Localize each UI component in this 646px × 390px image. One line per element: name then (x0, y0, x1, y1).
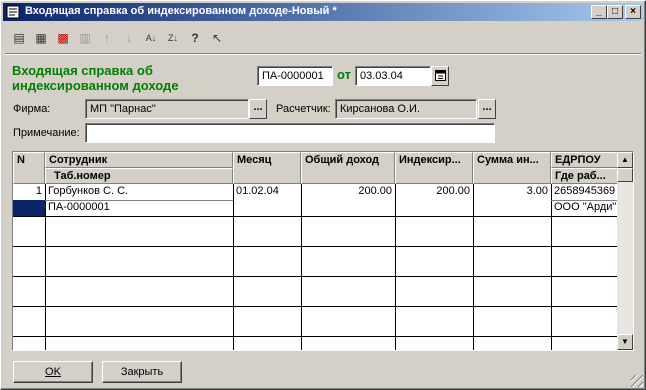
firm-field[interactable]: МП "Парнас" (85, 99, 249, 119)
column-header-n[interactable]: N (13, 152, 45, 184)
cell-indexed[interactable]: 200.00 (395, 184, 473, 200)
toolbar: ▤ ▦ ▩ ▥ ↑ ↓ A↓ Z↓ ? ↖ (5, 25, 641, 51)
column-header-total-income[interactable]: Общий доход (301, 152, 395, 184)
column-header-sum-index[interactable]: Сумма ин... (473, 152, 551, 184)
grid-row-line (13, 276, 619, 277)
cell-edrpou[interactable]: 2658945369 (551, 184, 619, 200)
copy-row-icon[interactable]: ▦ (31, 28, 51, 48)
calculator-select-button[interactable]: ... (478, 99, 496, 119)
cell-where-work[interactable]: ООО "Арди" (551, 200, 619, 216)
grid-column-line (395, 184, 396, 350)
cell-sum-index[interactable]: 3.00 (473, 184, 551, 200)
edit-row-icon[interactable]: ▥ (75, 28, 95, 48)
grid-row-line (13, 216, 619, 217)
employees-table[interactable]: N Сотрудник Таб.номер Месяц Общий доход … (12, 151, 634, 351)
close-button-label: Закрыть (120, 366, 164, 378)
context-help-icon[interactable]: ↖ (207, 28, 227, 48)
title-bar: Входящая справка об индексированном дохо… (3, 3, 643, 21)
ok-button-label: OK (45, 366, 61, 378)
grid-column-line (301, 184, 302, 350)
note-label: Примечание: (13, 127, 80, 139)
row-number: 1 (35, 185, 42, 197)
minimize-button[interactable]: _ (591, 5, 607, 19)
column-header-where-work[interactable]: Где раб... (551, 168, 619, 184)
document-number-field[interactable]: ПА-0000001 (257, 66, 333, 86)
add-row-icon[interactable]: ▤ (9, 28, 29, 48)
scroll-thumb[interactable] (617, 168, 633, 182)
move-down-icon[interactable]: ↓ (119, 28, 139, 48)
column-header-employee[interactable]: Сотрудник (45, 152, 233, 168)
window-title: Входящая справка об индексированном дохо… (25, 5, 337, 17)
column-header-month[interactable]: Месяц (233, 152, 301, 184)
grid-row-line (13, 336, 619, 337)
close-button[interactable]: Закрыть (102, 361, 182, 383)
close-window-button[interactable]: × (625, 5, 641, 19)
grid-row-line (13, 306, 619, 307)
from-label: от (337, 67, 351, 82)
column-header-indexed[interactable]: Индексир... (395, 152, 473, 184)
calculator-field[interactable]: Кирсанова О.И. (335, 99, 477, 119)
row-selection-marker (13, 200, 45, 216)
resize-grip-icon[interactable] (631, 375, 643, 387)
maximize-button[interactable]: □ (607, 5, 623, 19)
sort-desc-icon[interactable]: Z↓ (163, 28, 183, 48)
document-heading: Входящая справка об индексированном дохо… (12, 63, 179, 93)
firm-label: Фирма: (13, 103, 51, 115)
grid-row-line (13, 246, 619, 247)
cell-month[interactable]: 01.02.04 (233, 184, 301, 200)
calendar-icon (434, 70, 446, 81)
toolbar-separator (5, 53, 641, 55)
document-icon (6, 5, 20, 19)
vertical-scrollbar[interactable]: ▲ ▼ (617, 152, 633, 350)
scroll-up-icon[interactable]: ▲ (617, 152, 633, 168)
cell-total-income[interactable]: 200.00 (301, 184, 395, 200)
delete-row-icon[interactable]: ▩ (53, 28, 73, 48)
scroll-down-icon[interactable]: ▼ (617, 334, 633, 350)
firm-select-button[interactable]: ... (249, 99, 267, 119)
calendar-button[interactable] (431, 66, 449, 86)
column-header-edrpou[interactable]: ЕДРПОУ (551, 152, 619, 168)
document-window: Входящая справка об индексированном дохо… (0, 0, 646, 390)
calculator-label: Расчетчик: (276, 103, 331, 115)
note-field[interactable] (85, 123, 495, 143)
grid-column-line (473, 184, 474, 350)
move-up-icon[interactable]: ↑ (97, 28, 117, 48)
cell-employee[interactable]: Горбунков С. С. (45, 184, 233, 200)
column-header-tab-number[interactable]: Таб.номер (45, 168, 233, 184)
grid-column-line (233, 184, 234, 350)
sort-asc-icon[interactable]: A↓ (141, 28, 161, 48)
ok-button[interactable]: OK (13, 361, 93, 383)
help-icon[interactable]: ? (185, 28, 205, 48)
document-date-field[interactable]: 03.03.04 (355, 66, 431, 86)
cell-tab-number[interactable]: ПА-0000001 (45, 200, 233, 216)
